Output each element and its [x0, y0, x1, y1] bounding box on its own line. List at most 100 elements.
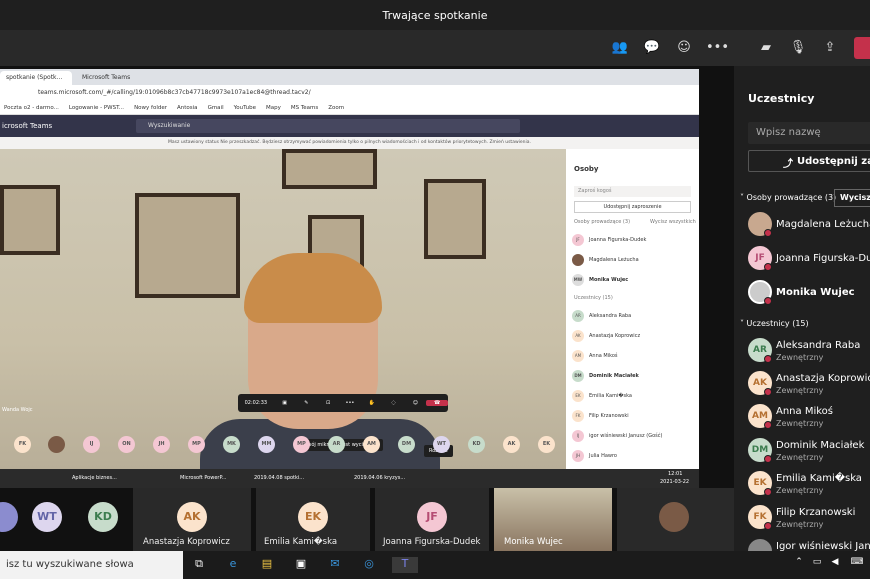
avatar[interactable]: KD — [468, 436, 485, 453]
address-bar[interactable]: teams.microsoft.com/_#/calling/19:01096b… — [0, 85, 699, 101]
share-invite-button[interactable]: ⤴ Udostępnij zapro — [748, 150, 870, 172]
browser-tab[interactable]: Microsoft Teams — [76, 71, 176, 85]
edge-icon[interactable]: e — [224, 557, 242, 573]
chat-icon[interactable]: ◌ — [383, 400, 405, 406]
bookmark-item[interactable]: Poczta o2 - darmo... — [4, 105, 59, 111]
avatar[interactable]: JH — [153, 436, 170, 453]
tab-label: Microsoft Teams — [82, 74, 131, 81]
list-item[interactable]: Igor wiśniewski Janusz — [748, 539, 870, 551]
list-item[interactable]: JH Julia Hawro — [572, 449, 617, 463]
attendees-header[interactable]: Uczestnicy (15) — [574, 295, 613, 301]
participants-icon[interactable]: ☺ — [404, 400, 426, 406]
list-item[interactable]: AR Aleksandra Raba — [572, 309, 631, 323]
mail-icon[interactable]: ✉ — [326, 557, 344, 573]
taskbar-item[interactable]: 2019.04.06 kryzys... — [354, 475, 405, 481]
list-item[interactable]: Magdalena Leżucha — [748, 212, 870, 238]
list-item[interactable]: EK Emilia Kami�ska Zewnętrzny — [748, 471, 870, 497]
avatar[interactable]: EK — [538, 436, 555, 453]
list-item[interactable]: DM Dominik Maciałek — [572, 369, 639, 383]
taskbar-item[interactable]: Microsoft PowerP... — [180, 475, 226, 481]
participant-tile[interactable]: EK Emilia Kami�ska — [256, 488, 370, 551]
teams-search-box[interactable]: Wyszukiwanie — [136, 119, 520, 133]
mute-all-button[interactable]: Wycisz — [834, 189, 870, 207]
list-item[interactable]: Monika Wujec — [748, 280, 870, 306]
avatar[interactable]: AM — [363, 436, 380, 453]
bookmark-item[interactable]: Nowy folder — [134, 105, 167, 111]
raise-hand-icon[interactable]: ✋ — [361, 400, 383, 406]
list-item[interactable]: AM Anna Mikoś — [572, 349, 618, 363]
avatar[interactable]: MM — [258, 436, 275, 453]
tray-chevron-icon[interactable]: ⌃ — [790, 557, 808, 573]
list-item[interactable]: IJ igor wiśniewski Janusz (Gość) — [572, 429, 662, 443]
avatar[interactable]: WT — [433, 436, 450, 453]
self-video-tile[interactable] — [617, 488, 734, 551]
language-icon[interactable]: ⌨ — [848, 557, 866, 573]
participant-tile[interactable]: JF Joanna Figurska-Dudek — [375, 488, 489, 551]
taskbar-item[interactable]: 2019.04.08 spotki... — [254, 475, 304, 481]
share-screen-icon[interactable]: ⇪ — [820, 38, 840, 58]
avatar[interactable]: MP — [188, 436, 205, 453]
bookmark-item[interactable]: Logowanie - PWST... — [69, 105, 124, 111]
list-item[interactable]: FK Filip Krzanowski Zewnętrzny — [748, 505, 870, 531]
list-item[interactable]: JFJoanna Figurska-Dudek — [748, 246, 870, 272]
list-item[interactable]: DM Dominik Maciałek Zewnętrzny — [748, 438, 870, 464]
list-item[interactable]: AK Anastazja Koprowicz Zewnętrzny — [748, 371, 870, 397]
avatar[interactable]: AK — [503, 436, 520, 453]
taskbar-item[interactable]: Aplikacje biznes... — [72, 475, 117, 481]
list-item[interactable]: MW Monika Wujec — [572, 273, 628, 287]
presenters-header[interactable]: ˅ Osoby prowadzące (3) — [740, 193, 836, 202]
leave-call-button[interactable] — [854, 37, 870, 59]
list-item[interactable]: FK Filip Krzanowski — [572, 409, 629, 423]
participant-tile[interactable]: AK Anastazja Koprowicz — [133, 488, 251, 551]
taskbar-search[interactable]: isz tu wyszukiwane słowa — [0, 551, 183, 579]
bookmark-item[interactable]: Mapy — [266, 105, 281, 111]
hangup-button[interactable]: ☎ — [426, 400, 449, 406]
presenters-header[interactable]: Osoby prowadzące (3) — [574, 219, 630, 225]
list-item[interactable]: JFJoanna Figurska-Dudek — [572, 233, 646, 247]
reactions-icon[interactable]: ☺ — [674, 38, 694, 58]
participant-video-tile[interactable]: Monika Wujec — [494, 488, 612, 551]
chat-icon[interactable]: 💬 — [642, 38, 662, 58]
list-item[interactable]: Magdalena Leżucha — [572, 253, 639, 267]
avatar[interactable]: AR — [328, 436, 345, 453]
share-icon[interactable]: ⊡ — [317, 400, 339, 406]
bookmark-item[interactable]: MS Teams — [291, 105, 318, 111]
avatar[interactable] — [48, 436, 65, 453]
camera-off-icon[interactable]: ▰ — [756, 38, 776, 58]
store-icon[interactable]: ▣ — [292, 557, 310, 573]
bookmark-item[interactable]: Gmail — [208, 105, 224, 111]
avatar[interactable]: MK — [223, 436, 240, 453]
bookmark-item[interactable]: Antosia — [177, 105, 198, 111]
mute-all-link[interactable]: Wycisz wszystkich — [650, 219, 696, 225]
file-explorer-icon[interactable]: ▤ — [258, 557, 276, 573]
attendees-header[interactable]: ˅ Uczestnicy (15) — [740, 319, 809, 328]
task-view-icon[interactable]: ⧉ — [190, 557, 208, 573]
share-invite-button[interactable]: Udostępnij zaproszenie — [574, 201, 691, 213]
bookmark-item[interactable]: Zoom — [328, 105, 344, 111]
teams-icon[interactable]: T — [392, 557, 418, 573]
participant-search-input[interactable]: Wpisz nazwę — [748, 122, 870, 144]
more-options-icon[interactable]: ••• — [706, 38, 729, 58]
volume-icon[interactable]: ◀ — [826, 557, 844, 573]
participant-tile[interactable]: WT KD — [0, 488, 128, 551]
list-item[interactable]: AM Anna Mikoś Zewnętrzny — [748, 404, 870, 430]
list-item[interactable]: EK Emilia Kami�ska — [572, 389, 632, 403]
camera-icon[interactable]: ▣ — [274, 400, 296, 406]
mic-muted-icon[interactable]: 🎙 — [788, 38, 808, 58]
invite-input[interactable]: Zaproś kogoś — [574, 186, 691, 197]
safari-icon[interactable]: ◎ — [360, 557, 378, 573]
network-icon[interactable]: ▭ — [808, 557, 826, 573]
list-item[interactable]: AK Anastazja Koprowicz — [572, 329, 640, 343]
avatar[interactable]: MP — [293, 436, 310, 453]
list-item[interactable]: AR Aleksandra Raba Zewnętrzny — [748, 338, 870, 364]
avatar[interactable]: FK — [14, 436, 31, 453]
mic-icon[interactable]: ✎ — [295, 400, 317, 406]
participants-icon[interactable]: 👥 — [610, 38, 630, 58]
bookmark-item[interactable]: YouTube — [234, 105, 256, 111]
more-icon[interactable]: ••• — [339, 400, 361, 406]
browser-tab[interactable]: spotkanie (Spotk... — [0, 71, 72, 85]
avatar[interactable]: ON — [118, 436, 135, 453]
external-label: Zewnętrzny — [776, 486, 824, 495]
avatar[interactable]: IJ — [83, 436, 100, 453]
avatar[interactable]: DM — [398, 436, 415, 453]
